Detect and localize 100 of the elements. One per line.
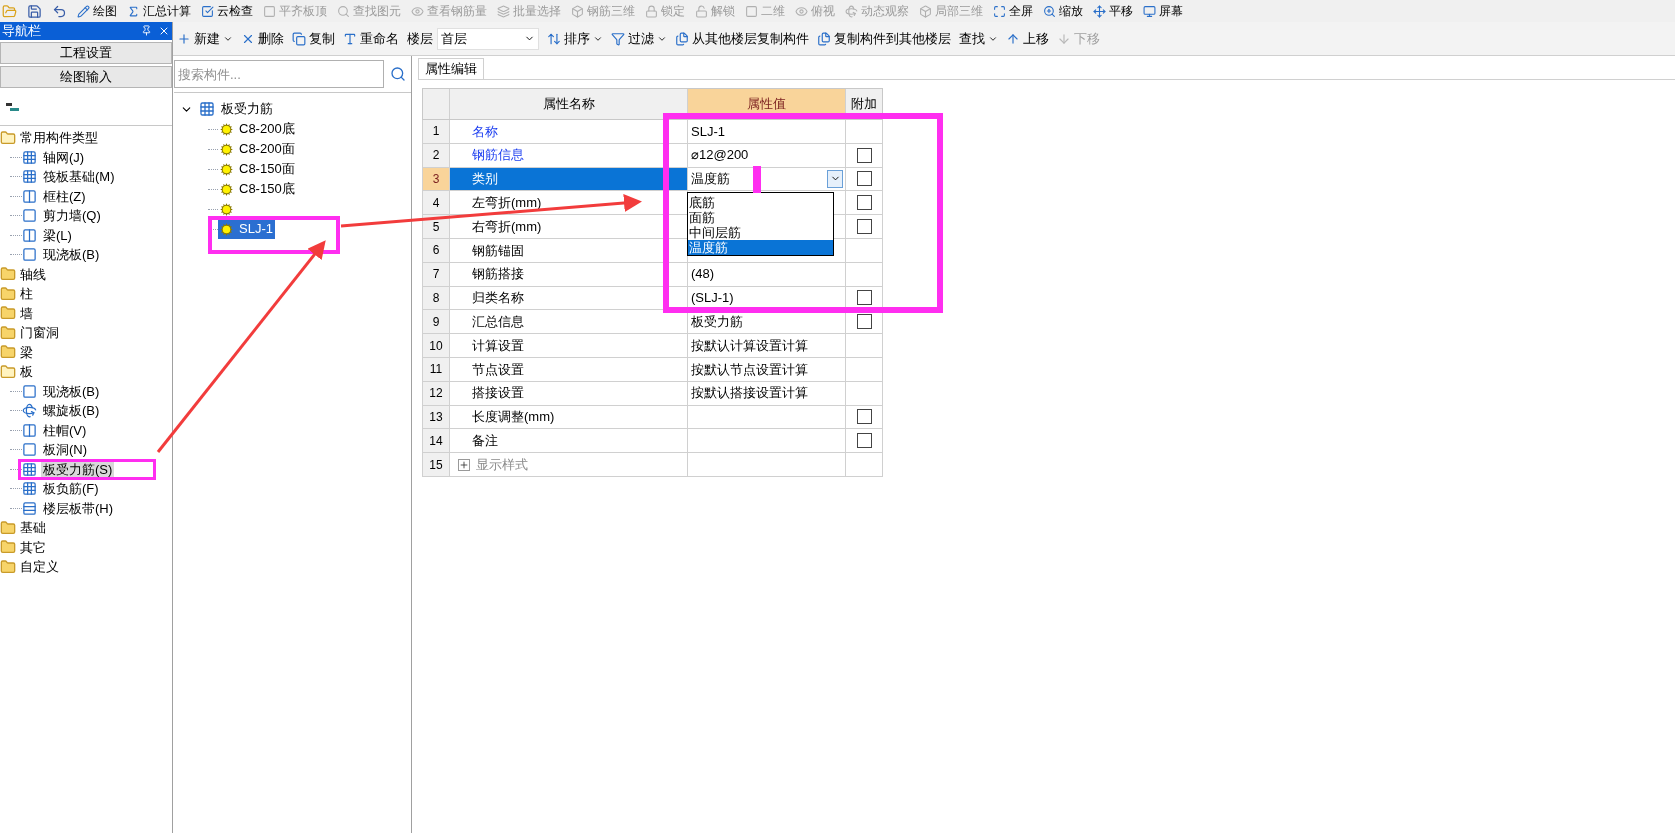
property-value[interactable]: 板受力筋 — [691, 312, 743, 332]
property-name: 备注 — [471, 432, 498, 450]
toolbar-button[interactable]: 过滤 — [611, 28, 667, 49]
search-icon — [337, 4, 350, 18]
checkbox[interactable] — [856, 147, 872, 163]
slab-icon — [22, 442, 37, 458]
property-value[interactable]: 按默认搭接设置计算 — [691, 383, 808, 403]
toolbar-button[interactable]: 屏幕 — [1143, 2, 1183, 20]
highlight-mark — [753, 166, 761, 193]
collapse-icon[interactable] — [6, 102, 19, 111]
toolbar-button[interactable]: 缩放 — [1043, 2, 1083, 20]
toolbar-button[interactable]: 上移 — [1006, 28, 1049, 49]
tree-item[interactable]: 板负筋(F) — [41, 479, 101, 499]
tree-item[interactable]: SLJ-1 — [218, 219, 275, 239]
toolbar-button[interactable]: 云检查 — [201, 2, 253, 20]
tree-item[interactable]: C8-150底 — [218, 179, 297, 199]
close-icon[interactable] — [158, 25, 170, 37]
property-value[interactable]: ⌀12@200 — [691, 145, 749, 165]
tree-item[interactable]: C8-200底 — [218, 119, 297, 139]
checkbox[interactable] — [856, 171, 872, 187]
property-name: 钢筋锚固 — [471, 241, 524, 260]
row-number: 11 — [423, 357, 450, 381]
dropdown-option[interactable]: 面筋 — [688, 210, 833, 225]
toolbar-button[interactable]: 排序 — [547, 28, 603, 49]
tree-folder[interactable]: 常用构件类型 — [20, 128, 98, 148]
tree-item[interactable]: 楼层板带(H) — [41, 498, 116, 518]
pin-icon[interactable] — [141, 25, 152, 36]
dropdown-option[interactable]: 中间层筋 — [688, 225, 833, 240]
tree-item[interactable]: 轴网(J) — [41, 147, 87, 167]
dropdown-option[interactable]: 底筋 — [688, 195, 833, 210]
property-value[interactable]: SLJ-1 — [691, 121, 725, 142]
tree-folder[interactable]: 自定义 — [20, 557, 59, 577]
tree-item[interactable]: 现浇板(B) — [41, 381, 102, 401]
toolbar-button[interactable]: 从其他楼层复制构件 — [675, 28, 809, 49]
tree-item[interactable]: 筏板基础(M) — [41, 167, 117, 187]
property-name: 显示样式 — [476, 455, 528, 474]
search-icon[interactable] — [390, 66, 406, 82]
tab[interactable]: 属性编辑 — [418, 58, 484, 79]
grid-icon — [199, 101, 215, 117]
tree-item[interactable]: 螺旋板(B) — [41, 401, 102, 421]
property-value[interactable]: 按默认节点设置计算 — [691, 359, 808, 380]
property-value[interactable]: 按默认计算设置计算 — [691, 335, 808, 356]
tree-folder[interactable]: 基础 — [20, 518, 46, 538]
property-value[interactable]: 温度筋 — [691, 169, 730, 189]
toolbar-button[interactable]: 绘图 — [77, 2, 117, 20]
grid-icon — [22, 461, 37, 477]
nav-button[interactable]: 工程设置 — [0, 42, 172, 64]
tree-item[interactable]: 柱帽(V) — [41, 420, 89, 440]
nav-button[interactable]: 绘图输入 — [0, 66, 172, 88]
checkbox[interactable] — [856, 314, 872, 330]
tree-folder[interactable]: 门窗洞 — [20, 323, 59, 343]
toolbar-button[interactable]: 平移 — [1093, 2, 1133, 20]
square-icon — [263, 4, 276, 18]
toolbar-button[interactable]: 删除 — [241, 28, 284, 49]
checkbox-icon — [201, 4, 214, 18]
row-number: 3 — [423, 167, 450, 191]
tree-item[interactable]: 梁(L) — [41, 225, 74, 245]
tree-item[interactable]: 现浇板(B) — [41, 245, 102, 265]
checkbox[interactable] — [856, 433, 872, 449]
documents-icon — [675, 31, 689, 46]
toolbar-button[interactable]: 新建 — [177, 28, 233, 49]
tree-item[interactable]: C8-150面 — [218, 159, 297, 179]
toolbar-button[interactable]: 汇总计算 — [127, 2, 191, 20]
arrow-down-icon — [1057, 31, 1071, 46]
tree-folder[interactable]: 墙 — [20, 303, 33, 323]
checkbox[interactable] — [856, 290, 872, 306]
dropdown-option[interactable]: 温度筋 — [688, 240, 833, 255]
toolbar-button[interactable]: 查找 — [959, 28, 998, 49]
save-icon[interactable] — [27, 3, 42, 19]
row-number: 7 — [423, 262, 450, 286]
tree-item[interactable]: 板受力筋 — [221, 99, 273, 119]
rotate-icon — [845, 4, 858, 18]
toolbar-button[interactable]: 复制 — [292, 28, 335, 49]
checkbox[interactable] — [856, 219, 872, 235]
row-number: 9 — [423, 310, 450, 334]
tree-folder[interactable]: 轴线 — [20, 264, 46, 284]
toolbar-button[interactable]: 复制构件到其他楼层 — [817, 28, 951, 49]
tree-item[interactable]: C8-200面 — [218, 139, 297, 159]
floor-select[interactable]: 首层 — [437, 27, 539, 50]
toolbar-button[interactable]: 重命名 — [343, 28, 399, 49]
tree-folder[interactable]: 梁 — [20, 342, 33, 362]
slab-icon — [22, 247, 37, 263]
grid-icon — [22, 149, 37, 165]
tree-folder[interactable]: 板 — [20, 362, 33, 382]
search-field[interactable]: 搜索构件... — [174, 60, 384, 88]
zoom-icon — [1043, 4, 1056, 18]
tree-item[interactable]: 板洞(N) — [41, 440, 90, 460]
tree-folder[interactable]: 其它 — [20, 537, 46, 557]
checkbox[interactable] — [856, 195, 872, 211]
eye-icon — [411, 4, 424, 18]
tree-folder[interactable]: 柱 — [20, 284, 33, 304]
undo-icon[interactable] — [52, 3, 67, 19]
toolbar-button[interactable]: 全屏 — [993, 2, 1033, 20]
tree-item[interactable]: 框柱(Z) — [41, 186, 88, 206]
property-value[interactable]: (SLJ-1) — [691, 288, 734, 308]
property-value[interactable]: (48) — [691, 264, 715, 284]
rename-icon — [343, 31, 357, 46]
sigma-icon — [127, 4, 140, 18]
tree-item[interactable]: 剪力墙(Q) — [41, 206, 103, 226]
checkbox[interactable] — [856, 409, 872, 425]
